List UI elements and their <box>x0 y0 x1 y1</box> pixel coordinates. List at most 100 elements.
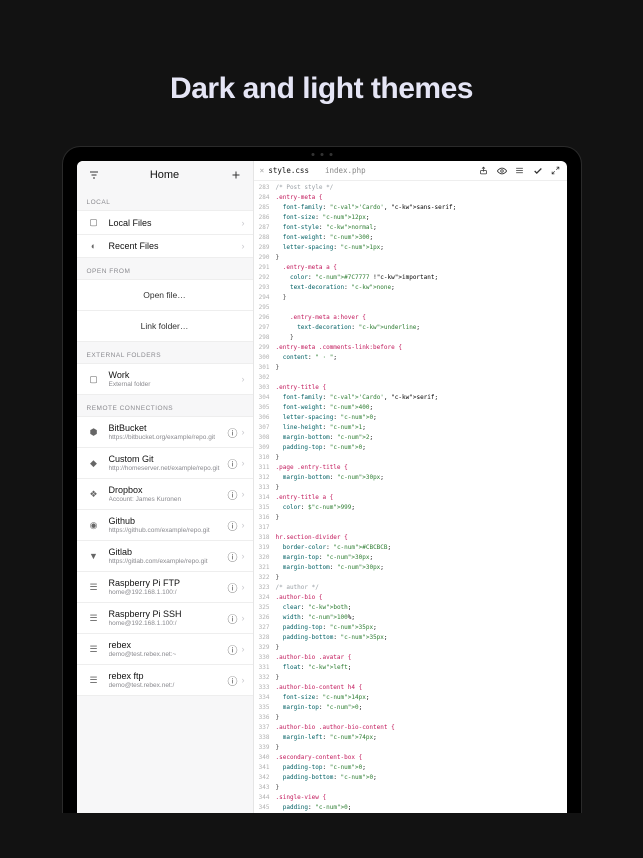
device-frame: Home LOCAL ▢Local Files›◐Recent Files› O… <box>62 146 582 813</box>
code-line: 309 padding-top: "c-num">0; <box>254 443 567 453</box>
close-icon[interactable]: × <box>260 166 265 175</box>
code-line: 295 <box>254 303 567 313</box>
code-line: 301} <box>254 363 567 373</box>
code-line: 328 padding-bottom: "c-num">35px; <box>254 633 567 643</box>
code-line: 329} <box>254 643 567 653</box>
page-headline: Dark and light themes <box>0 0 643 146</box>
editor-tab[interactable]: ×style.css <box>260 166 309 175</box>
item-subtitle: demo@test.rebex.net:/ <box>109 682 228 689</box>
code-line: 297 text-decoration: "c-kw">underline; <box>254 323 567 333</box>
code-line: 333.author-bio-content h4 { <box>254 683 567 693</box>
code-line: 303.entry-title { <box>254 383 567 393</box>
code-line: 344.single-view { <box>254 793 567 803</box>
info-icon[interactable]: ⓘ <box>228 673 238 688</box>
sidebar-remote-item[interactable]: ▼Gitlabhttps://gitlab.com/example/repo.g… <box>77 541 253 572</box>
code-line: 310} <box>254 453 567 463</box>
share-icon[interactable] <box>479 166 489 176</box>
info-icon[interactable]: ⓘ <box>228 611 238 626</box>
preview-icon[interactable] <box>497 166 507 176</box>
open-from-item[interactable]: Link folder… <box>77 311 253 342</box>
item-title: rebex ftp <box>109 671 228 681</box>
code-line: 331 float: "c-kw">left; <box>254 663 567 673</box>
editor-toolbar <box>479 166 561 176</box>
code-line: 317 <box>254 523 567 533</box>
add-icon[interactable] <box>229 168 243 182</box>
code-line: 320 margin-top: "c-num">30px; <box>254 553 567 563</box>
code-line: 312 margin-bottom: "c-num">30px; <box>254 473 567 483</box>
gitlab-icon: ▼ <box>87 551 101 561</box>
sidebar-remote-item[interactable]: ☰Raspberry Pi FTPhome@192.168.1.100:/ⓘ› <box>77 572 253 603</box>
code-line: 326 width: "c-num">100%; <box>254 613 567 623</box>
code-line: 286 font-size: "c-num">12px; <box>254 213 567 223</box>
info-icon[interactable]: ⓘ <box>228 487 238 502</box>
editor-tab[interactable]: index.php <box>325 166 366 175</box>
sidebar-remote-item[interactable]: ◉Githubhttps://github.com/example/repo.g… <box>77 510 253 541</box>
code-line: 313} <box>254 483 567 493</box>
sidebar-local-item[interactable]: ◐Recent Files› <box>77 235 253 258</box>
code-area[interactable]: 283/* Post style */284.entry-meta {285 f… <box>254 181 567 813</box>
sidebar-remote-item[interactable]: ☰Raspberry Pi SSHhome@192.168.1.100:/ⓘ› <box>77 603 253 634</box>
code-line: 298 } <box>254 333 567 343</box>
code-line: 338 margin-left: "c-num">74px; <box>254 733 567 743</box>
code-line: 340.secondary-content-box { <box>254 753 567 763</box>
item-subtitle: home@192.168.1.100:/ <box>109 620 228 627</box>
info-icon[interactable]: ⓘ <box>228 425 238 440</box>
code-line: 318hr.section-divider { <box>254 533 567 543</box>
check-icon[interactable] <box>533 166 543 176</box>
item-subtitle: demo@test.rebex.net:~ <box>109 651 228 658</box>
info-icon[interactable]: ⓘ <box>228 549 238 564</box>
item-title: BitBucket <box>109 423 228 433</box>
sidebar-external-item[interactable]: ▢WorkExternal folder› <box>77 363 253 395</box>
sidebar-remote-item[interactable]: ☰rebexdemo@test.rebex.net:~ⓘ› <box>77 634 253 665</box>
tab-label: index.php <box>325 166 366 175</box>
open-from-item[interactable]: Open file… <box>77 279 253 311</box>
item-subtitle: External folder <box>109 381 242 388</box>
code-line: 299.entry-meta .comments-link:before { <box>254 343 567 353</box>
sidebar: Home LOCAL ▢Local Files›◐Recent Files› O… <box>77 161 254 813</box>
code-line: 345 padding: "c-num">0; <box>254 803 567 813</box>
item-title: Gitlab <box>109 547 228 557</box>
sidebar-remote-item[interactable]: ❖DropboxAccount: James Kuronenⓘ› <box>77 479 253 510</box>
sidebar-title: Home <box>150 169 179 181</box>
code-line: 300 content: " · "; <box>254 353 567 363</box>
chevron-right-icon: › <box>242 427 245 437</box>
sidebar-remote-item[interactable]: ⬢BitBuckethttps://bitbucket.org/example/… <box>77 416 253 448</box>
code-line: 316} <box>254 513 567 523</box>
code-line: 290} <box>254 253 567 263</box>
code-line: 308 margin-bottom: "c-num">2; <box>254 433 567 443</box>
info-icon[interactable]: ⓘ <box>228 456 238 471</box>
folder-icon: ▢ <box>87 217 101 228</box>
app-screen: Home LOCAL ▢Local Files›◐Recent Files› O… <box>77 161 567 813</box>
sidebar-local-item[interactable]: ▢Local Files› <box>77 210 253 235</box>
item-title: Github <box>109 516 228 526</box>
chevron-right-icon: › <box>242 675 245 685</box>
expand-icon[interactable] <box>551 166 561 176</box>
item-title: Dropbox <box>109 485 228 495</box>
code-line: 287 font-style: "c-kw">normal; <box>254 223 567 233</box>
code-line: 336} <box>254 713 567 723</box>
code-line: 311.page .entry-title { <box>254 463 567 473</box>
sidebar-remote-item[interactable]: ☰rebex ftpdemo@test.rebex.net:/ⓘ› <box>77 665 253 696</box>
filter-icon[interactable] <box>87 168 101 182</box>
code-line: 283/* Post style */ <box>254 183 567 193</box>
git-icon: ◆ <box>87 458 101 469</box>
code-line: 342 padding-bottom: "c-num">0; <box>254 773 567 783</box>
code-line: 284.entry-meta { <box>254 193 567 203</box>
item-title: rebex <box>109 640 228 650</box>
code-line: 288 font-weight: "c-num">300; <box>254 233 567 243</box>
code-line: 321 margin-bottom: "c-num">30px; <box>254 563 567 573</box>
item-title: Raspberry Pi FTP <box>109 578 228 588</box>
code-line: 305 font-weight: "c-num">400; <box>254 403 567 413</box>
chevron-right-icon: › <box>242 458 245 468</box>
item-title: Recent Files <box>109 241 242 251</box>
code-line: 341 padding-top: "c-num">0; <box>254 763 567 773</box>
chevron-right-icon: › <box>242 374 245 384</box>
info-icon[interactable]: ⓘ <box>228 518 238 533</box>
info-icon[interactable]: ⓘ <box>228 580 238 595</box>
code-line: 335 margin-top: "c-num">0; <box>254 703 567 713</box>
menu-icon[interactable] <box>515 166 525 176</box>
info-icon[interactable]: ⓘ <box>228 642 238 657</box>
section-external-label: EXTERNAL FOLDERS <box>77 342 253 363</box>
sidebar-remote-item[interactable]: ◆Custom Githttp://homeserver.net/example… <box>77 448 253 479</box>
code-line: 302 <box>254 373 567 383</box>
